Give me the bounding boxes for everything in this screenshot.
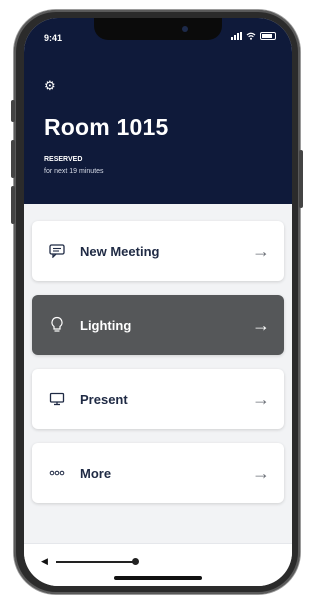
new-meeting-button[interactable]: New Meeting → xyxy=(32,221,284,281)
reservation-detail: for next 19 minutes xyxy=(44,168,104,175)
battery-icon xyxy=(260,32,276,40)
volume-bar: ◀ xyxy=(24,543,292,586)
present-label: Present xyxy=(80,391,128,407)
phone-side-button xyxy=(11,186,15,224)
volume-track[interactable] xyxy=(56,561,134,563)
signal-icon xyxy=(231,32,242,40)
arrow-right-icon: → xyxy=(252,315,270,335)
phone-power-button xyxy=(299,150,303,208)
arrow-right-icon: → xyxy=(252,241,270,261)
settings-gear-icon[interactable]: ⚙ xyxy=(44,79,56,92)
notch xyxy=(94,18,222,40)
lighting-label: Lighting xyxy=(80,317,132,333)
present-button[interactable]: Present → xyxy=(32,369,284,429)
status-time: 9:41 xyxy=(44,33,63,43)
reservation-status: RESERVED xyxy=(44,156,83,163)
phone-screen: 9:41 ⚙ Room 1015 RESERVED for next 19 mi… xyxy=(24,18,292,586)
monitor-icon xyxy=(46,392,68,406)
more-button[interactable]: More → xyxy=(32,443,284,503)
room-header: 9:41 ⚙ Room 1015 RESERVED for next 19 mi… xyxy=(24,18,292,204)
ellipsis-icon xyxy=(46,470,68,476)
message-icon xyxy=(46,244,68,258)
wifi-icon xyxy=(246,32,256,40)
room-title: Room 1015 xyxy=(44,114,169,140)
camera-dot xyxy=(182,26,188,32)
status-icons xyxy=(231,32,276,40)
volume-slider-knob[interactable] xyxy=(132,558,139,565)
new-meeting-label: New Meeting xyxy=(80,243,160,259)
lightbulb-icon xyxy=(46,316,68,334)
phone-side-button xyxy=(11,140,15,178)
phone-side-button xyxy=(11,100,15,122)
more-label: More xyxy=(80,465,112,481)
arrow-right-icon: → xyxy=(252,463,270,483)
lighting-button[interactable]: Lighting → xyxy=(32,295,284,355)
arrow-right-icon: → xyxy=(252,389,270,409)
home-indicator[interactable] xyxy=(114,576,202,580)
speaker-icon: ◀ xyxy=(41,556,48,566)
